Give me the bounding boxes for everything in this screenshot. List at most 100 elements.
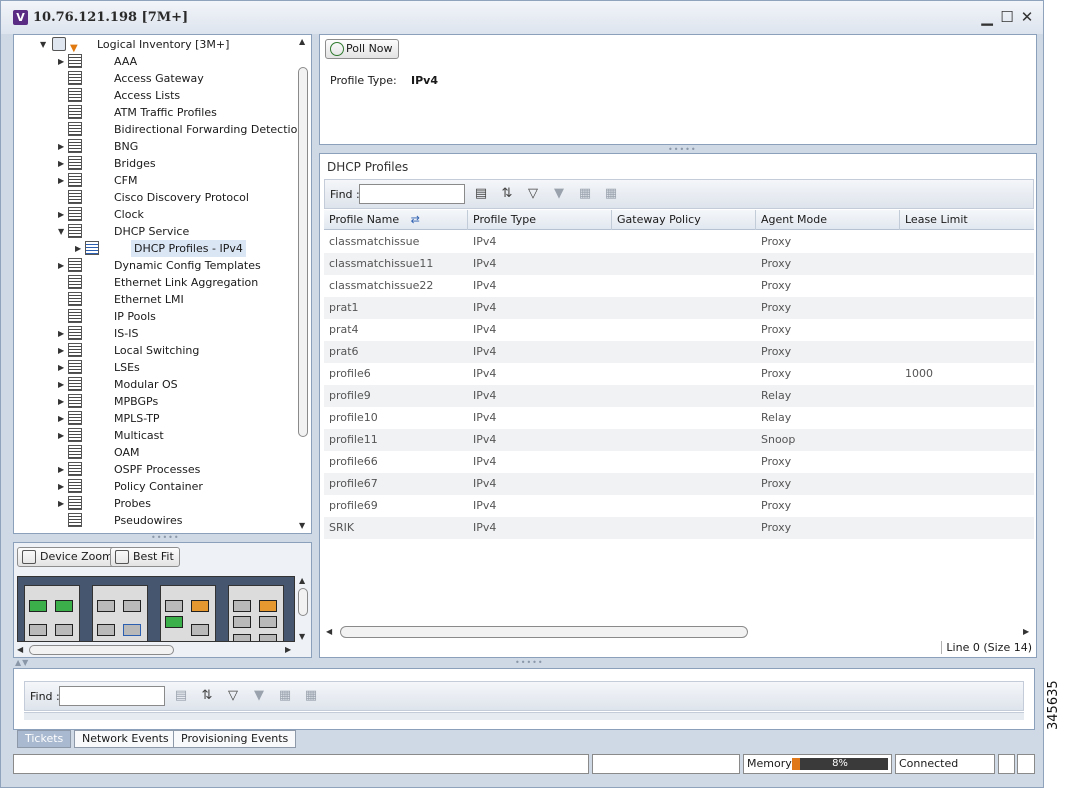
expand-arrow-icon[interactable]: ▶ [58, 495, 66, 512]
tree-item[interactable]: Pseudowires [14, 512, 299, 529]
tree-item[interactable]: ▶ Policy Container [14, 478, 299, 495]
tree-item[interactable]: Access Gateway [14, 70, 299, 87]
tree-item[interactable]: ▶ Bridges [14, 155, 299, 172]
tree-item[interactable]: ▶ DHCP Profiles - IPv4 [14, 240, 299, 257]
chassis-vscroll-thumb[interactable] [298, 588, 308, 616]
clear-filter-icon[interactable]: ▦ [603, 186, 619, 202]
tree-scroll-thumb[interactable] [298, 67, 308, 437]
column-header-lease-limit[interactable]: Lease Limit [900, 210, 1034, 230]
column-header-profile-type[interactable]: Profile Type [468, 210, 612, 230]
sort-icon[interactable]: ⇅ [499, 186, 515, 202]
tree-item[interactable]: ▼ DHCP Service [14, 223, 299, 240]
expand-arrow-icon[interactable]: ▶ [58, 155, 66, 172]
chassis-slot[interactable] [160, 585, 216, 641]
scroll-right-icon[interactable]: ▶ [1023, 627, 1029, 636]
expand-arrow-icon[interactable]: ▶ [58, 342, 66, 359]
close-button[interactable]: ✕ [1018, 8, 1036, 26]
tree-item[interactable]: ▶ OSPF Processes [14, 461, 299, 478]
scroll-up-icon[interactable]: ▲ [299, 576, 305, 585]
events-find-input[interactable] [59, 686, 165, 706]
table-row[interactable]: classmatchissue IPv4 Proxy [324, 231, 1034, 253]
advanced-filter-icon[interactable]: ▼ [551, 186, 567, 202]
table-hscroll-thumb[interactable] [340, 626, 748, 638]
expand-arrow-icon[interactable]: ▶ [58, 138, 66, 155]
expand-arrow-icon[interactable]: ▶ [58, 257, 66, 274]
expand-arrow-icon[interactable]: ▶ [58, 172, 66, 189]
tree-item[interactable]: Cisco Discovery Protocol [14, 189, 299, 206]
scroll-up-icon[interactable]: ▲ [299, 37, 305, 46]
filter-icon[interactable]: ▽ [225, 688, 241, 704]
tree-item[interactable]: Bidirectional Forwarding Detection [14, 121, 304, 138]
table-row[interactable]: profile67 IPv4 Proxy [324, 473, 1034, 495]
tab-provisioning-events[interactable]: Provisioning Events [173, 730, 297, 748]
table-row[interactable]: profile69 IPv4 Proxy [324, 495, 1034, 517]
table-row[interactable]: SRIK IPv4 Proxy [324, 517, 1034, 539]
chassis-image[interactable] [17, 576, 295, 642]
clear-filter-icon[interactable]: ▦ [303, 688, 319, 704]
table-row[interactable]: profile11 IPv4 Snoop [324, 429, 1034, 451]
chassis-slot[interactable] [92, 585, 148, 641]
tree-item[interactable]: IP Pools [14, 308, 299, 325]
save-icon[interactable]: ▤ [173, 688, 189, 704]
tree-item[interactable]: ▶ CFM [14, 172, 299, 189]
scroll-down-icon[interactable]: ▼ [299, 521, 305, 530]
tree-item[interactable]: ▶ LSEs [14, 359, 299, 376]
tree-splitter[interactable]: ••••• [151, 533, 180, 542]
column-header-agent-mode[interactable]: Agent Mode [756, 210, 900, 230]
scroll-left-icon[interactable]: ◀ [17, 645, 23, 654]
collapse-arrow-icon[interactable]: ▼ [40, 36, 48, 53]
tree-item[interactable]: ▶ MPBGPs [14, 393, 299, 410]
expand-arrow-icon[interactable]: ▶ [58, 359, 66, 376]
tab-network-events[interactable]: Network Events [74, 730, 177, 748]
table-row[interactable]: prat6 IPv4 Proxy [324, 341, 1034, 363]
expand-arrow-icon[interactable]: ▶ [58, 376, 66, 393]
tree-item[interactable]: Ethernet Link Aggregation [14, 274, 299, 291]
expand-arrow-icon[interactable]: ▶ [58, 393, 66, 410]
filter-icon[interactable]: ▽ [525, 186, 541, 202]
expand-arrow-icon[interactable]: ▶ [58, 410, 66, 427]
tree-item[interactable]: ▶ BNG [14, 138, 299, 155]
scroll-right-icon[interactable]: ▶ [285, 645, 291, 654]
table-hscroll[interactable]: ◀ ▶ [324, 625, 1034, 639]
chassis-hscroll-thumb[interactable] [29, 645, 174, 655]
chassis-slot[interactable] [228, 585, 284, 641]
tree-item[interactable]: ▶ Probes [14, 495, 299, 512]
save-icon[interactable]: ▤ [473, 186, 489, 202]
tree-item[interactable]: OAM [14, 444, 299, 461]
expand-arrow-icon[interactable]: ▶ [58, 478, 66, 495]
tree-item[interactable]: ▶ Multicast [14, 427, 299, 444]
tree-root-row[interactable]: ▼ ▼ Logical Inventory [3M+] [14, 36, 299, 54]
table-row[interactable]: profile9 IPv4 Relay [324, 385, 1034, 407]
export-icon[interactable]: ▦ [577, 186, 593, 202]
table-row[interactable]: profile6 IPv4 Proxy 1000 [324, 363, 1034, 385]
sort-icon[interactable]: ⇅ [199, 688, 215, 704]
find-input[interactable] [359, 184, 465, 204]
collapse-arrow-icon[interactable]: ▼ [58, 223, 66, 240]
column-header-gateway-policy[interactable]: Gateway Policy [612, 210, 756, 230]
expand-arrow-icon[interactable]: ▶ [75, 240, 83, 257]
bottom-splitter[interactable]: ••••• [515, 658, 544, 667]
tree-item[interactable]: Access Lists [14, 87, 299, 104]
tree-item[interactable]: ▶ Clock [14, 206, 299, 223]
expand-arrow-icon[interactable]: ▶ [58, 427, 66, 444]
tree-item[interactable]: ▶ AAA [14, 53, 299, 70]
tab-tickets[interactable]: Tickets [17, 730, 72, 748]
expand-arrow-icon[interactable]: ▶ [58, 53, 66, 70]
export-icon[interactable]: ▦ [277, 688, 293, 704]
tree-item[interactable]: ATM Traffic Profiles [14, 104, 299, 121]
tree-item[interactable]: ▶ MPLS-TP [14, 410, 299, 427]
table-row[interactable]: profile10 IPv4 Relay [324, 407, 1034, 429]
tree-item[interactable]: ▶ Dynamic Config Templates [14, 257, 299, 274]
poll-now-button[interactable]: Poll Now [325, 39, 399, 59]
collapse-toggle-icon[interactable]: ▲▼ [15, 658, 29, 667]
advanced-filter-icon[interactable]: ▼ [251, 688, 267, 704]
chassis-vscroll[interactable]: ▲ ▼ [297, 576, 309, 642]
chassis-slot[interactable] [24, 585, 80, 641]
minimize-button[interactable]: ▁ [978, 8, 996, 26]
best-fit-button[interactable]: Best Fit [110, 547, 180, 567]
device-zoom-button[interactable]: Device Zoom [17, 547, 119, 567]
tree-item[interactable]: Ethernet LMI [14, 291, 299, 308]
expand-arrow-icon[interactable]: ▶ [58, 206, 66, 223]
expand-arrow-icon[interactable]: ▶ [58, 325, 66, 342]
maximize-button[interactable]: ☐ [998, 8, 1016, 26]
